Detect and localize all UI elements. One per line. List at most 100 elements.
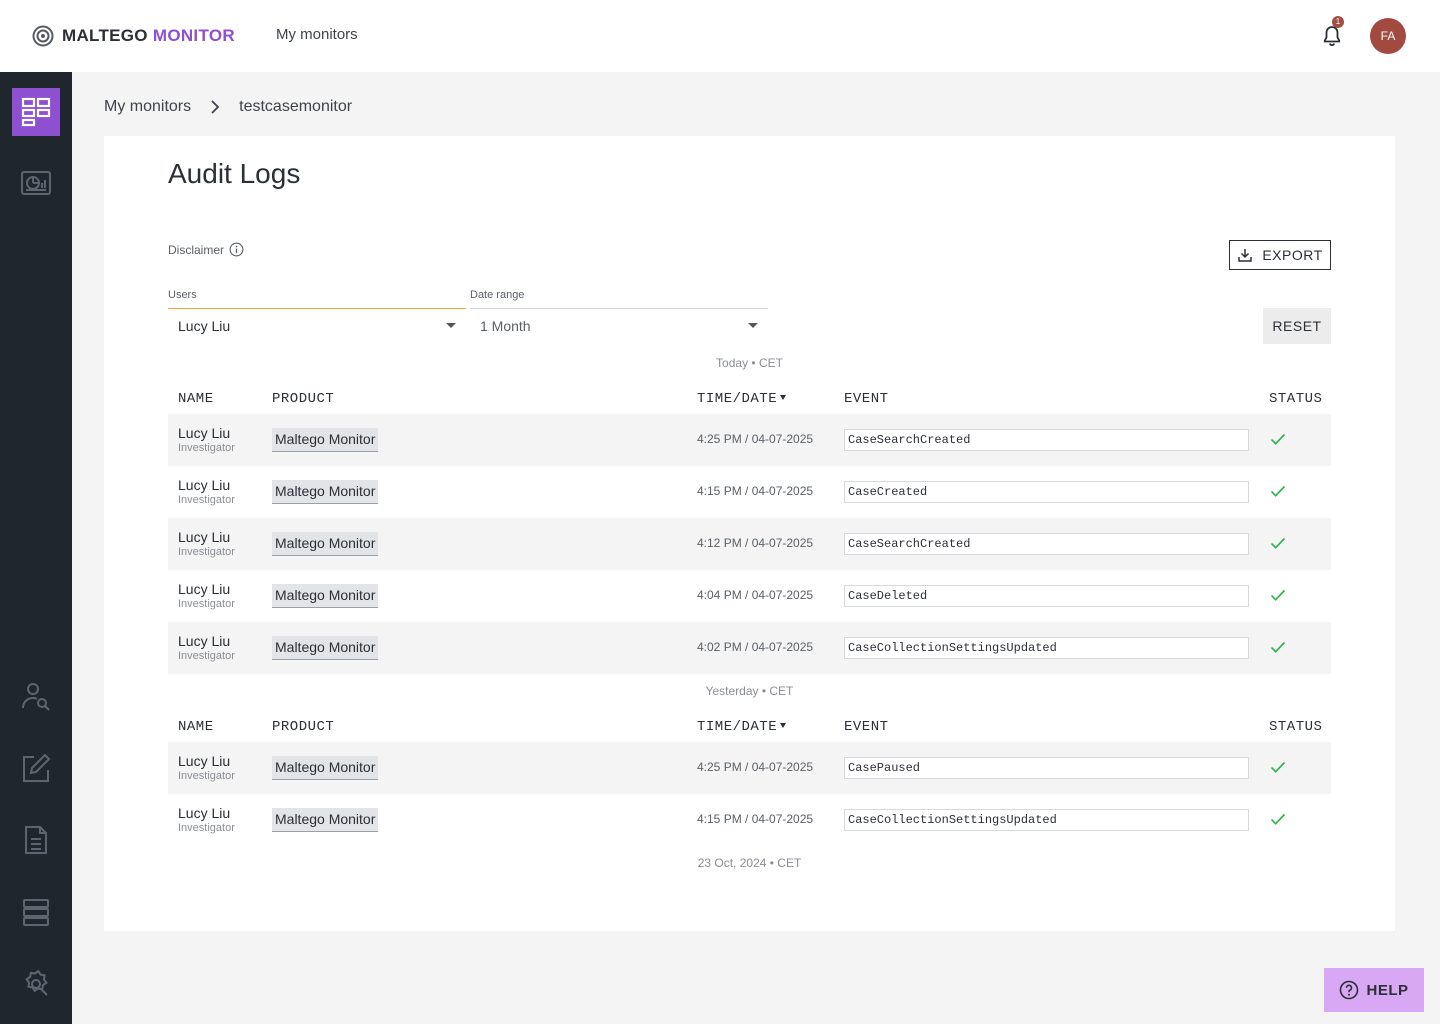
app-logo[interactable]: MALTEGO MONITOR	[32, 24, 235, 48]
column-header-time-date-label: TIME/DATE	[697, 391, 778, 407]
date-range-label: Date range	[470, 289, 525, 301]
event-name-field: CaseCollectionSettingsUpdated	[844, 809, 1249, 831]
info-icon[interactable]	[229, 242, 244, 257]
column-header-name: NAME	[178, 391, 214, 407]
column-header-name: NAME	[178, 719, 214, 735]
sidebar-item-settings[interactable]	[12, 960, 60, 1008]
user-name: Lucy Liu	[178, 529, 231, 545]
brand-second: MONITOR	[152, 26, 235, 45]
column-header-event: EVENT	[844, 719, 889, 735]
table-row[interactable]: Lucy Liu Investigator Maltego Monitor 4:25 …	[168, 414, 1331, 466]
status-success-check-icon	[1270, 641, 1286, 653]
help-label: HELP	[1366, 981, 1409, 999]
breadcrumb-my-monitors[interactable]: My monitors	[104, 98, 191, 116]
help-circle-icon	[1340, 980, 1359, 1000]
users-select-value: Lucy Liu	[178, 318, 231, 334]
group-date-label: Today • CET	[716, 356, 783, 370]
user-role: Investigator	[178, 442, 235, 454]
download-icon	[1238, 249, 1253, 262]
user-role: Investigator	[178, 598, 235, 610]
dashboard-grid-icon	[21, 97, 51, 127]
sidebar-item-monitor[interactable]	[12, 160, 60, 208]
date-range-value: 1 Month	[480, 318, 531, 334]
table-row[interactable]: Lucy Liu Investigator Maltego Monitor 4:02 …	[168, 622, 1331, 674]
brand-name: MALTEGO MONITOR	[62, 26, 235, 46]
column-header-event: EVENT	[844, 391, 889, 407]
user-name: Lucy Liu	[178, 581, 231, 597]
event-time: 4:04 PM / 04-07-2025	[697, 588, 814, 602]
product-tag: Maltego Monitor	[272, 636, 379, 660]
column-header-status-label: STATUS	[1269, 719, 1323, 735]
chevron-down-icon	[748, 323, 758, 328]
users-select-underline	[168, 308, 466, 309]
user-role: Investigator	[178, 822, 235, 834]
settings-gear-icon	[25, 969, 48, 996]
user-role: Investigator	[178, 494, 235, 506]
breadcrumb-current: testcasemonitor	[239, 98, 353, 115]
disclaimer[interactable]: Disclaimer	[168, 242, 244, 257]
group-date-label: Yesterday • CET	[705, 684, 794, 698]
notification-badge: 1	[1332, 16, 1344, 28]
table-row[interactable]: Lucy Liu Investigator Maltego Monitor 4:25 …	[168, 742, 1331, 794]
product-tag: Maltego Monitor	[272, 756, 379, 780]
status-success-check-icon	[1270, 589, 1286, 601]
sidebar-item-dashboard[interactable]	[12, 88, 60, 136]
table-header-row: NAME PRODUCT TIME/DATE EVENT STATUS	[168, 384, 1331, 414]
table-row[interactable]: Lucy Liu Investigator Maltego Monitor 4:15 …	[168, 466, 1331, 518]
maltego-logo-icon	[32, 25, 54, 47]
status-success-check-icon	[1270, 537, 1286, 549]
status-success-check-icon	[1270, 433, 1286, 445]
date-range-underline	[470, 308, 768, 309]
sidebar-item-user-search[interactable]	[12, 672, 60, 720]
column-header-product-label: PRODUCT	[272, 391, 335, 407]
column-header-time-date[interactable]: TIME/DATE	[697, 391, 787, 407]
user-name: Lucy Liu	[178, 753, 231, 769]
notification-bell-icon[interactable]	[1320, 24, 1344, 48]
event-name-field: CaseDeleted	[844, 585, 1249, 607]
column-header-event-label: EVENT	[844, 719, 889, 735]
table-row[interactable]: Lucy Liu Investigator Maltego Monitor 4:15 …	[168, 794, 1331, 846]
chevron-right-icon	[211, 100, 220, 114]
user-avatar[interactable]: FA	[1370, 18, 1406, 54]
user-name: Lucy Liu	[178, 633, 231, 649]
table-row[interactable]: Lucy Liu Investigator Maltego Monitor 4:04 …	[168, 570, 1331, 622]
help-button[interactable]: HELP	[1324, 968, 1424, 1012]
event-time: 4:15 PM / 04-07-2025	[697, 812, 814, 826]
column-header-status: STATUS	[1269, 719, 1322, 735]
table-header-row: NAME PRODUCT TIME/DATE EVENT STATUS	[168, 712, 1331, 742]
breadcrumb: My monitors testcasemonitor	[104, 98, 352, 116]
group-date-label: 23 Oct, 2024 • CET	[697, 856, 802, 870]
event-name-field: CaseSearchCreated	[844, 533, 1249, 555]
event-name-field: CaseCollectionSettingsUpdated	[844, 637, 1249, 659]
column-header-product: PRODUCT	[272, 391, 334, 407]
event-time: 4:02 PM / 04-07-2025	[697, 640, 814, 654]
column-header-event-label: EVENT	[844, 391, 889, 407]
sidebar	[0, 72, 72, 1024]
column-header-time-date-label: TIME/DATE	[697, 719, 778, 735]
document-icon	[25, 826, 47, 854]
sidebar-item-edit[interactable]	[12, 744, 60, 792]
top-bar: MALTEGO MONITOR My monitors 1 FA	[0, 0, 1440, 72]
server-icon	[23, 899, 49, 926]
product-tag: Maltego Monitor	[272, 584, 379, 608]
column-header-name-label: NAME	[178, 719, 214, 735]
column-header-time-date[interactable]: TIME/DATE	[697, 719, 787, 735]
users-select[interactable]: Lucy Liu	[168, 308, 466, 344]
event-name-field: CaseSearchCreated	[844, 429, 1249, 451]
column-header-product-label: PRODUCT	[272, 719, 335, 735]
user-search-icon	[22, 683, 50, 711]
export-button[interactable]: EXPORT	[1229, 240, 1331, 270]
nav-my-monitors[interactable]: My monitors	[276, 26, 358, 43]
sidebar-item-documents[interactable]	[12, 816, 60, 864]
monitor-chart-icon	[21, 171, 51, 195]
user-role: Investigator	[178, 546, 235, 558]
reset-button[interactable]: RESET	[1263, 308, 1331, 344]
column-header-status-label: STATUS	[1269, 391, 1323, 407]
event-name-field: CasePaused	[844, 757, 1249, 779]
audit-logs-card: Audit Logs Disclaimer EXPORT Users Lucy …	[104, 136, 1395, 931]
sort-desc-icon	[780, 723, 787, 728]
table-row[interactable]: Lucy Liu Investigator Maltego Monitor 4:12 …	[168, 518, 1331, 570]
date-range-select[interactable]: 1 Month	[470, 308, 768, 344]
event-time: 4:15 PM / 04-07-2025	[697, 484, 814, 498]
sidebar-item-servers[interactable]	[12, 888, 60, 936]
